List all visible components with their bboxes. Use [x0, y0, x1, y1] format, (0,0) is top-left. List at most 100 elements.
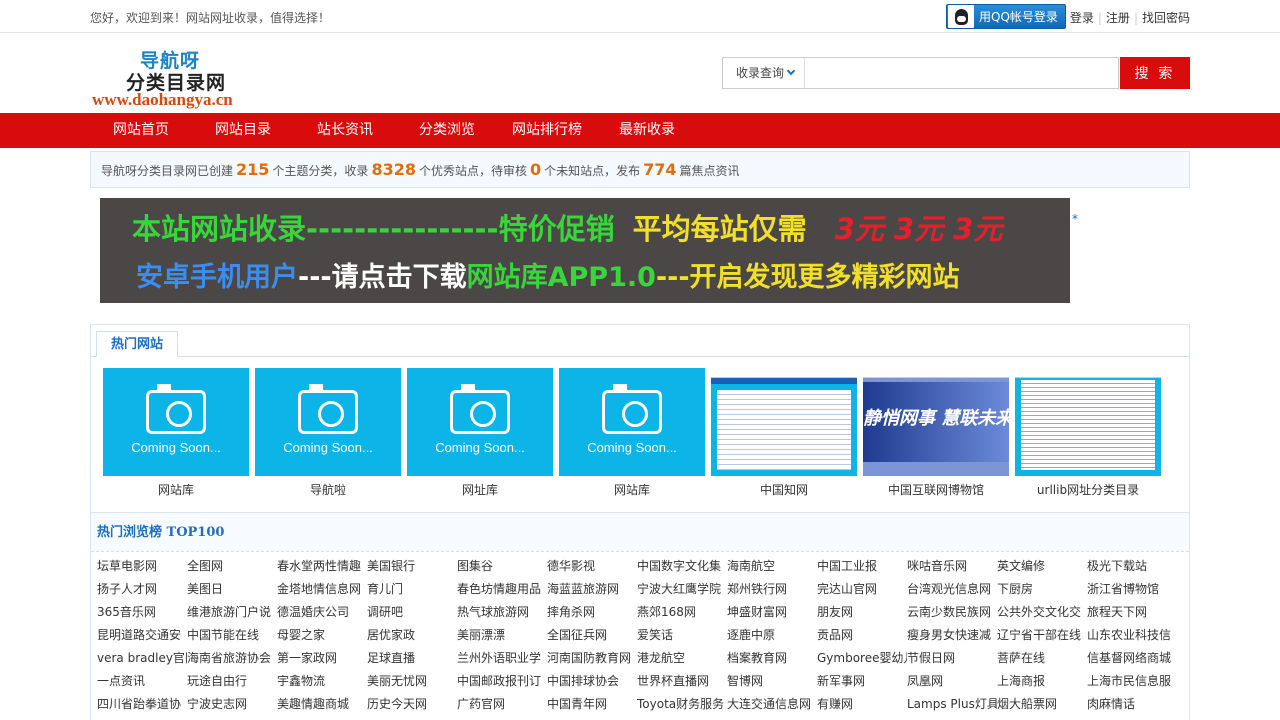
- site-thumbnail[interactable]: Coming Soon...: [255, 368, 401, 476]
- top100-link[interactable]: 调研吧: [367, 604, 457, 627]
- site-name[interactable]: 中国知网: [711, 481, 857, 498]
- nav-directory[interactable]: 网站目录: [215, 113, 271, 148]
- tab-hot-sites[interactable]: 热门网站: [96, 331, 178, 357]
- top100-link[interactable]: 智博网: [727, 673, 817, 696]
- top100-link[interactable]: 全国征兵网: [547, 627, 637, 650]
- nav-rankings[interactable]: 网站排行榜: [512, 113, 582, 148]
- top100-link[interactable]: 公共外交文化交: [997, 604, 1087, 627]
- top100-link[interactable]: 中国节能在线: [187, 627, 277, 650]
- top100-link[interactable]: 金塔地情信息网: [277, 581, 367, 604]
- login-link[interactable]: 登录: [1070, 11, 1094, 25]
- top100-link[interactable]: 海南省旅游协会: [187, 650, 277, 673]
- top100-link[interactable]: 美国银行: [367, 558, 457, 581]
- top100-link[interactable]: vera bradley官网: [97, 650, 187, 673]
- top100-link[interactable]: 完达山官网: [817, 581, 907, 604]
- top100-link[interactable]: 港龙航空: [637, 650, 727, 673]
- top100-link[interactable]: 中国邮政报刊订: [457, 673, 547, 696]
- top100-link[interactable]: 中国数字文化集: [637, 558, 727, 581]
- top100-link[interactable]: 菩萨在线: [997, 650, 1087, 673]
- site-name[interactable]: urllib网址分类目录: [1015, 481, 1161, 498]
- top100-link[interactable]: 旅程天下网: [1087, 604, 1177, 627]
- site-name[interactable]: 网址库: [407, 481, 553, 498]
- top100-link[interactable]: 云南少数民族网: [907, 604, 997, 627]
- top100-link[interactable]: 中国青年网: [547, 696, 637, 719]
- top100-link[interactable]: 贡品网: [817, 627, 907, 650]
- hot-site-card[interactable]: 静悄网事 慧联未来 中国互联网博物馆: [863, 368, 1009, 498]
- top100-link[interactable]: 郑州铁行网: [727, 581, 817, 604]
- top100-link[interactable]: 凤凰网: [907, 673, 997, 696]
- top100-link[interactable]: 足球直播: [367, 650, 457, 673]
- top100-link[interactable]: 春色坊情趣用品: [457, 581, 547, 604]
- top100-link[interactable]: 365音乐网: [97, 604, 187, 627]
- top100-link[interactable]: 宁波大红鹰学院: [637, 581, 727, 604]
- top100-link[interactable]: 台湾观光信息网: [907, 581, 997, 604]
- top100-link[interactable]: 美丽无忧网: [367, 673, 457, 696]
- hot-site-card[interactable]: Coming Soon... 导航啦: [255, 368, 401, 498]
- top100-link[interactable]: 广药官网: [457, 696, 547, 719]
- top100-link[interactable]: 爱笑话: [637, 627, 727, 650]
- top100-link[interactable]: 一点资讯: [97, 673, 187, 696]
- register-link[interactable]: 注册: [1106, 11, 1130, 25]
- site-thumbnail[interactable]: Coming Soon...: [103, 368, 249, 476]
- top100-link[interactable]: Lamps Plus灯具: [907, 696, 997, 719]
- hot-site-card[interactable]: Coming Soon... 网站库: [559, 368, 705, 498]
- top100-link[interactable]: 燕郊168网: [637, 604, 727, 627]
- top100-link[interactable]: 图集谷: [457, 558, 547, 581]
- top100-link[interactable]: 极光下载站: [1087, 558, 1177, 581]
- top100-link[interactable]: 宇鑫物流: [277, 673, 367, 696]
- top100-link[interactable]: 档案教育网: [727, 650, 817, 673]
- top100-link[interactable]: Toyota财务服务: [637, 696, 727, 719]
- top100-link[interactable]: 母婴之家: [277, 627, 367, 650]
- top100-link[interactable]: 玩途自由行: [187, 673, 277, 696]
- top100-link[interactable]: 摔角杀网: [547, 604, 637, 627]
- top100-link[interactable]: 节假日网: [907, 650, 997, 673]
- nav-webmaster-news[interactable]: 站长资讯: [317, 113, 373, 148]
- top100-link[interactable]: 德温婚庆公司: [277, 604, 367, 627]
- top100-link[interactable]: 四川省跆拳道协: [97, 696, 187, 719]
- top100-link[interactable]: 大连交通信息网: [727, 696, 817, 719]
- top100-link[interactable]: 美图日: [187, 581, 277, 604]
- hot-site-card[interactable]: Coming Soon... 网址库: [407, 368, 553, 498]
- top100-link[interactable]: 第一家政网: [277, 650, 367, 673]
- top100-link[interactable]: 山东农业科技信: [1087, 627, 1177, 650]
- top100-link[interactable]: 浙江省博物馆: [1087, 581, 1177, 604]
- top100-link[interactable]: 烟大船票网: [997, 696, 1087, 719]
- top100-link[interactable]: 坤盛财富网: [727, 604, 817, 627]
- recover-password-link[interactable]: 找回密码: [1142, 11, 1190, 25]
- top100-link[interactable]: Gymboree婴幼儿: [817, 650, 907, 673]
- top100-link[interactable]: 维港旅游门户说: [187, 604, 277, 627]
- top100-link[interactable]: 历史今天网: [367, 696, 457, 719]
- top100-link[interactable]: 热气球旅游网: [457, 604, 547, 627]
- top100-link[interactable]: 辽宁省干部在线: [997, 627, 1087, 650]
- site-thumbnail[interactable]: 静悄网事 慧联未来: [863, 368, 1009, 476]
- top100-link[interactable]: 海蓝蓝旅游网: [547, 581, 637, 604]
- top100-link[interactable]: 春水堂两性情趣: [277, 558, 367, 581]
- search-type-select[interactable]: 收录查询: [723, 58, 805, 88]
- top100-link[interactable]: 下厨房: [997, 581, 1087, 604]
- top100-link[interactable]: 美丽漂漂: [457, 627, 547, 650]
- top100-link[interactable]: 信基督网络商城: [1087, 650, 1177, 673]
- site-name[interactable]: 网站库: [559, 481, 705, 498]
- top100-link[interactable]: 逐鹿中原: [727, 627, 817, 650]
- top100-link[interactable]: 肉麻情话: [1087, 696, 1177, 719]
- top100-link[interactable]: 中国排球协会: [547, 673, 637, 696]
- site-name[interactable]: 网站库: [103, 481, 249, 498]
- hot-site-card[interactable]: Coming Soon... 网站库: [103, 368, 249, 498]
- search-input[interactable]: [806, 58, 1116, 88]
- site-name[interactable]: 中国互联网博物馆: [863, 481, 1009, 498]
- top100-link[interactable]: 朋友网: [817, 604, 907, 627]
- site-thumbnail[interactable]: [711, 368, 857, 476]
- top100-link[interactable]: 德华影视: [547, 558, 637, 581]
- top100-link[interactable]: 宁波史志网: [187, 696, 277, 719]
- site-thumbnail[interactable]: Coming Soon...: [407, 368, 553, 476]
- top100-link[interactable]: 扬子人才网: [97, 581, 187, 604]
- hot-site-card[interactable]: urllib网址分类目录: [1015, 368, 1161, 498]
- nav-browse-categories[interactable]: 分类浏览: [419, 113, 475, 148]
- top100-link[interactable]: 全图网: [187, 558, 277, 581]
- top100-link[interactable]: 咪咕音乐网: [907, 558, 997, 581]
- top100-link[interactable]: 美趣情趣商城: [277, 696, 367, 719]
- top100-link[interactable]: 上海商报: [997, 673, 1087, 696]
- top100-link[interactable]: 昆明道路交通安: [97, 627, 187, 650]
- site-name[interactable]: 导航啦: [255, 481, 401, 498]
- search-button[interactable]: 搜 索: [1120, 57, 1190, 89]
